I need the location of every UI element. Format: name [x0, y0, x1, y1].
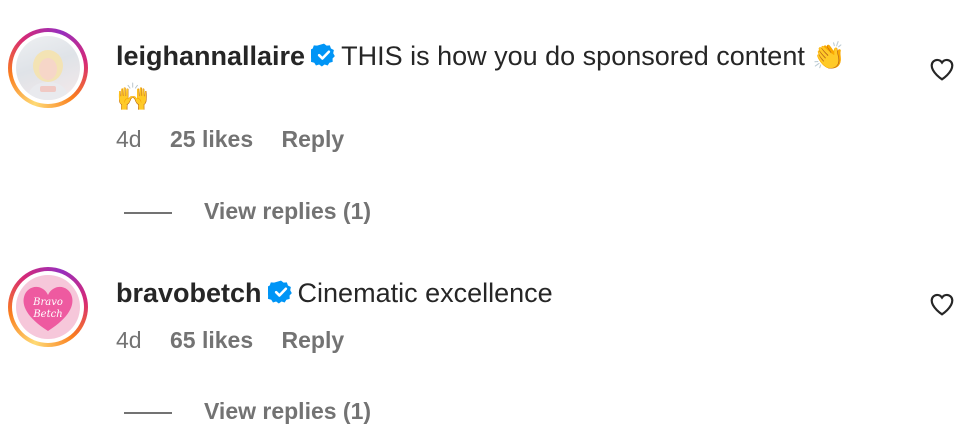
comment-timestamp[interactable]: 4d [116, 126, 142, 152]
avatar-image [16, 36, 80, 100]
raising-hands-emoji: 🙌 [116, 82, 150, 113]
divider-dash [124, 211, 172, 214]
reply-button[interactable]: Reply [282, 327, 345, 353]
likes-count-button[interactable]: 65 likes [170, 327, 253, 353]
avatar[interactable]: Bravo Betch [8, 267, 88, 347]
username-link[interactable]: leighannallaire [116, 41, 305, 71]
comment-text: Cinematic excellence [297, 278, 553, 308]
comment-item: Bravo Betch bravobetch Cinematic excelle… [0, 240, 972, 438]
comment-body: bravobetch Cinematic excellence 4d 65 li… [116, 273, 892, 353]
svg-text:Bravo: Bravo [32, 297, 63, 308]
divider-dash [124, 411, 172, 414]
like-heart-icon[interactable] [929, 57, 955, 81]
view-replies-button[interactable]: View replies (1) [124, 398, 371, 425]
comment-meta: 4d 65 likes Reply [116, 327, 366, 354]
heart-logo-icon: Bravo Betch [23, 286, 73, 331]
avatar[interactable] [8, 28, 88, 108]
comment-line: bravobetch Cinematic excellence [116, 273, 892, 313]
comment-line: leighannallaire THIS is how you do spons… [116, 36, 892, 77]
comment-timestamp[interactable]: 4d [116, 327, 142, 353]
clapping-hands-emoji: 👏 [812, 41, 846, 72]
comment-text: THIS is how you do sponsored content [341, 41, 805, 71]
verified-badge-icon [311, 43, 335, 67]
view-replies-label: View replies (1) [204, 398, 372, 424]
likes-count-button[interactable]: 25 likes [170, 126, 253, 152]
verified-badge-icon [267, 280, 292, 304]
comment-body: leighannallaire THIS is how you do spons… [116, 36, 892, 152]
avatar-image: Bravo Betch [16, 275, 80, 339]
username-link[interactable]: bravobetch [116, 278, 262, 308]
reply-button[interactable]: Reply [282, 126, 345, 152]
view-replies-label: View replies (1) [204, 198, 372, 224]
view-replies-button[interactable]: View replies (1) [124, 198, 371, 225]
comment-line-wrap: 🙌 [116, 77, 892, 118]
like-heart-icon[interactable] [929, 292, 955, 316]
comment-meta: 4d 25 likes Reply [116, 126, 366, 153]
svg-text:Betch: Betch [32, 309, 62, 320]
profile-photo-icon [26, 50, 70, 100]
comment-item: leighannallaire THIS is how you do spons… [0, 0, 972, 240]
